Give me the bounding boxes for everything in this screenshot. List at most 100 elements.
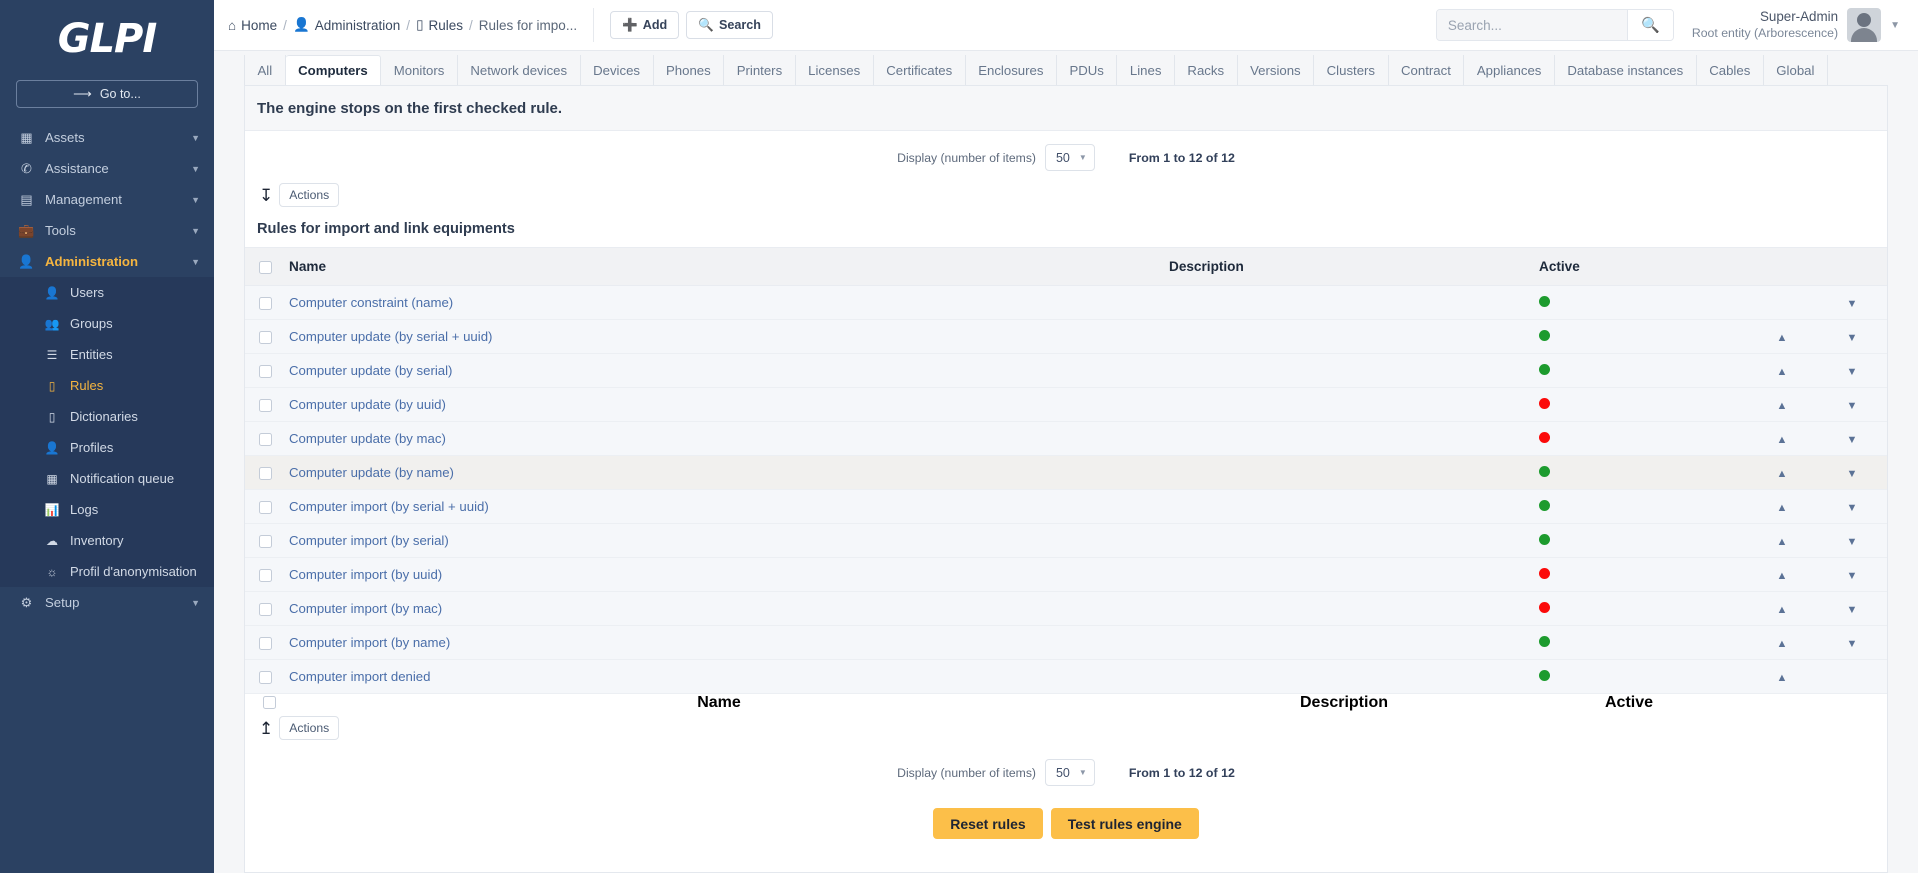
tab-network-devices[interactable]: Network devices [458,55,581,85]
actions-button-bottom[interactable]: Actions [279,716,340,741]
column-footer-name[interactable]: Name [279,694,1159,713]
move-down-button[interactable]: ▼ [1817,367,1887,378]
rule-name-link[interactable]: Computer import (by name) [289,635,450,650]
move-up-button[interactable]: ▲ [1747,401,1817,412]
breadcrumb-item-rules[interactable]: ▯ Rules [416,17,463,33]
actions-button-top[interactable]: Actions [279,183,340,207]
rule-name-link[interactable]: Computer import (by serial) [289,533,449,548]
sidebar-item-logs[interactable]: 📊 Logs [0,494,214,525]
sidebar-item-inventory[interactable]: ☁ Inventory [0,525,214,556]
sidebar-item-administration[interactable]: 👤 Administration ▼ [0,246,214,277]
tab-enclosures[interactable]: Enclosures [966,55,1057,85]
rule-name-link[interactable]: Computer update (by name) [289,465,454,480]
rule-name-link[interactable]: Computer constraint (name) [289,295,453,310]
move-up-button[interactable]: ▲ [1747,333,1817,344]
display-count-select[interactable]: 50 ▼ [1044,144,1095,171]
sidebar-item-dictionaries[interactable]: ▯ Dictionaries [0,401,214,432]
breadcrumb-item-current[interactable]: Rules for impo... [479,18,577,33]
sidebar-item-assistance[interactable]: ✆ Assistance ▼ [0,153,214,184]
row-checkbox[interactable] [259,671,272,685]
column-header-description[interactable]: Description [1159,247,1529,286]
sidebar-item-profil-anonymisation[interactable]: ☼ Profil d'anonymisation [0,556,214,587]
row-checkbox[interactable] [259,297,272,311]
move-down-button[interactable]: ▼ [1817,299,1887,310]
test-rules-engine-button[interactable]: Test rules engine [1050,808,1199,840]
sidebar-item-assets[interactable]: ▦ Assets ▼ [0,122,214,153]
tab-database-instances[interactable]: Database instances [1555,55,1697,85]
row-checkbox[interactable] [259,603,272,617]
move-down-button[interactable]: ▼ [1817,639,1887,650]
row-checkbox[interactable] [259,467,272,481]
move-up-button[interactable]: ▲ [1747,605,1817,616]
column-footer-active[interactable]: Active [1529,694,1729,713]
sidebar-item-entities[interactable]: ☰ Entities [0,339,214,370]
sidebar-item-groups[interactable]: 👥 Groups [0,308,214,339]
move-down-button[interactable]: ▼ [1817,537,1887,548]
row-checkbox[interactable] [259,501,272,515]
tab-devices[interactable]: Devices [581,55,654,85]
rule-name-link[interactable]: Computer import denied [289,669,430,684]
tab-phones[interactable]: Phones [654,55,725,85]
move-down-button[interactable]: ▼ [1817,605,1887,616]
rule-name-link[interactable]: Computer import (by serial + uuid) [289,499,489,514]
tab-licenses[interactable]: Licenses [796,55,874,85]
column-footer-description[interactable]: Description [1159,694,1529,713]
move-up-button[interactable]: ▲ [1747,503,1817,514]
column-header-name[interactable]: Name [279,247,1159,286]
move-down-button[interactable]: ▼ [1817,333,1887,344]
move-down-button[interactable]: ▼ [1817,401,1887,412]
sidebar-item-tools[interactable]: 💼 Tools ▼ [0,215,214,246]
row-checkbox[interactable] [259,535,272,549]
move-down-button[interactable]: ▼ [1817,503,1887,514]
tab-printers[interactable]: Printers [724,55,796,85]
tab-appliances[interactable]: Appliances [1464,55,1555,85]
rule-name-link[interactable]: Computer update (by mac) [289,431,446,446]
tab-versions[interactable]: Versions [1238,55,1315,85]
breadcrumb-item-administration[interactable]: 👤 Administration [293,17,400,33]
move-down-button[interactable]: ▼ [1817,469,1887,480]
rule-name-link[interactable]: Computer update (by serial) [289,363,452,378]
move-up-button[interactable]: ▲ [1747,469,1817,480]
row-checkbox[interactable] [259,569,272,583]
tab-monitors[interactable]: Monitors [381,55,458,85]
logo[interactable]: GLPI [0,0,214,72]
rule-name-link[interactable]: Computer update (by uuid) [289,397,446,412]
row-checkbox[interactable] [259,637,272,651]
tab-certificates[interactable]: Certificates [874,55,966,85]
move-up-button[interactable]: ▲ [1747,537,1817,548]
sidebar-item-notification-queue[interactable]: ▦ Notification queue [0,463,214,494]
tab-pdus[interactable]: PDUs [1057,55,1118,85]
move-down-button[interactable]: ▼ [1817,571,1887,582]
display-count-select-bottom[interactable]: 50 ▼ [1044,759,1095,787]
tab-global[interactable]: Global [1764,55,1828,85]
row-checkbox[interactable] [259,365,272,379]
tab-racks[interactable]: Racks [1175,55,1238,85]
add-button[interactable]: ➕ Add [610,11,680,39]
move-down-button[interactable]: ▼ [1817,435,1887,446]
sidebar-item-rules[interactable]: ▯ Rules [0,370,214,401]
move-up-button[interactable]: ▲ [1747,367,1817,378]
reset-rules-button[interactable]: Reset rules [933,808,1043,840]
row-checkbox[interactable] [259,433,272,447]
tab-contract[interactable]: Contract [1389,55,1465,85]
tab-cables[interactable]: Cables [1697,55,1764,85]
sidebar-item-setup[interactable]: ⚙ Setup ▼ [0,587,214,618]
tab-clusters[interactable]: Clusters [1314,55,1389,85]
search-input[interactable] [1436,10,1627,40]
sidebar-item-management[interactable]: ▤ Management ▼ [0,184,214,215]
tab-all[interactable]: All [244,55,286,85]
user-menu[interactable]: Super-Admin Root entity (Arborescence) ▼ [1692,8,1900,42]
search-button[interactable]: 🔍 Search [686,11,773,39]
move-up-button[interactable]: ▲ [1747,673,1817,684]
tab-lines[interactable]: Lines [1117,55,1175,85]
breadcrumb-item-home[interactable]: ⌂ Home [228,18,277,33]
row-checkbox[interactable] [259,331,272,345]
select-all-checkbox[interactable] [259,260,272,274]
goto-button[interactable]: ⟶ Go to... [16,80,198,108]
move-up-button[interactable]: ▲ [1747,435,1817,446]
row-checkbox[interactable] [259,399,272,413]
tab-computers[interactable]: Computers [285,55,382,85]
rule-name-link[interactable]: Computer update (by serial + uuid) [289,329,492,344]
rule-name-link[interactable]: Computer import (by mac) [289,601,442,616]
move-up-button[interactable]: ▲ [1747,639,1817,650]
